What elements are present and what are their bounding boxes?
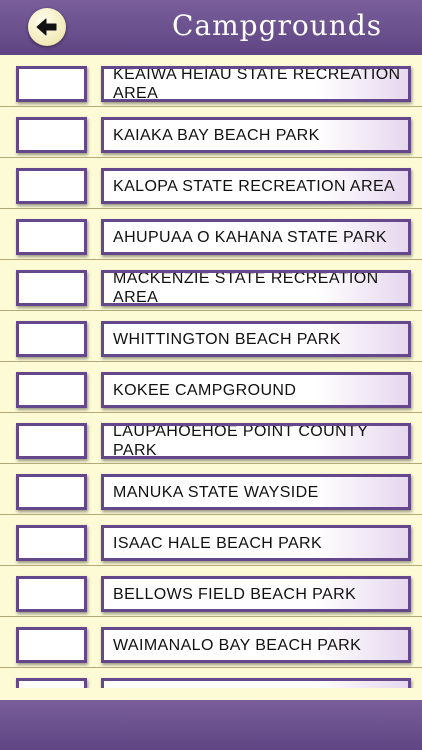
- item-thumbnail[interactable]: [16, 423, 87, 459]
- item-thumbnail[interactable]: [16, 678, 87, 688]
- item-thumbnail[interactable]: [16, 576, 87, 612]
- item-thumbnail[interactable]: [16, 627, 87, 663]
- item-thumbnail[interactable]: [16, 66, 87, 102]
- item-thumbnail[interactable]: [16, 117, 87, 153]
- item-thumbnail[interactable]: [16, 219, 87, 255]
- item-thumbnail[interactable]: [16, 474, 87, 510]
- list-item[interactable]: WAIMANALO BAY BEACH PARK: [0, 617, 422, 668]
- item-label-box[interactable]: MANUKA STATE WAYSIDE: [101, 474, 411, 510]
- campground-list[interactable]: KEAIWA HEIAU STATE RECREATION AREA KAIAKA…: [0, 56, 422, 688]
- item-thumbnail[interactable]: [16, 270, 87, 306]
- item-thumbnail[interactable]: [16, 321, 87, 357]
- list-item[interactable]: WHITTINGTON BEACH PARK: [0, 311, 422, 362]
- item-thumbnail[interactable]: [16, 525, 87, 561]
- item-thumbnail[interactable]: [16, 168, 87, 204]
- list-item[interactable]: LAUPAHOEHOE POINT COUNTY PARK: [0, 413, 422, 464]
- list-item[interactable]: KAIAKA BAY BEACH PARK: [0, 107, 422, 158]
- item-label-box[interactable]: WHITTINGTON BEACH PARK: [101, 321, 411, 357]
- top-bar: Campgrounds: [0, 0, 422, 55]
- list-item[interactable]: KALOPA STATE RECREATION AREA: [0, 158, 422, 209]
- item-label-box[interactable]: KOKEE CAMPGROUND: [101, 372, 411, 408]
- campground-name: KEAIWA HEIAU STATE RECREATION AREA: [113, 66, 401, 102]
- campground-name: LAUPAHOEHOE POINT COUNTY PARK: [113, 423, 368, 459]
- list-item[interactable]: MANUKA STATE WAYSIDE: [0, 464, 422, 515]
- page-title: Campgrounds: [172, 9, 383, 42]
- item-label-box[interactable]: KAIAKA BAY BEACH PARK: [101, 117, 411, 153]
- list-item[interactable]: BELLOWS FIELD BEACH PARK: [0, 566, 422, 617]
- campground-name: WAIMANALO BEACH PARK: [113, 687, 325, 689]
- item-label-box[interactable]: ISAAC HALE BEACH PARK: [101, 525, 411, 561]
- item-label-box[interactable]: BELLOWS FIELD BEACH PARK: [101, 576, 411, 612]
- item-label-box[interactable]: WAIMANALO BAY BEACH PARK: [101, 627, 411, 663]
- item-label-box[interactable]: MACKENZIE STATE RECREATION AREA: [101, 270, 411, 306]
- back-button[interactable]: [28, 8, 66, 46]
- item-label-box[interactable]: KEAIWA HEIAU STATE RECREATION AREA: [101, 66, 411, 102]
- campground-name: BELLOWS FIELD BEACH PARK: [113, 585, 357, 603]
- bottom-bar: [0, 700, 422, 750]
- campground-name: KOKEE CAMPGROUND: [113, 381, 297, 399]
- list-item[interactable]: ISAAC HALE BEACH PARK: [0, 515, 422, 566]
- item-label-box[interactable]: KALOPA STATE RECREATION AREA: [101, 168, 411, 204]
- campground-name: KAIAKA BAY BEACH PARK: [113, 126, 320, 144]
- item-label-box[interactable]: WAIMANALO BEACH PARK: [101, 678, 411, 688]
- list-item[interactable]: AHUPUAA O KAHANA STATE PARK: [0, 209, 422, 260]
- list-item[interactable]: KOKEE CAMPGROUND: [0, 362, 422, 413]
- list-item[interactable]: KEAIWA HEIAU STATE RECREATION AREA: [0, 56, 422, 107]
- campground-name: ISAAC HALE BEACH PARK: [113, 534, 323, 552]
- campground-name: MACKENZIE STATE RECREATION AREA: [113, 270, 379, 306]
- campground-name: AHUPUAA O KAHANA STATE PARK: [113, 228, 387, 246]
- item-label-box[interactable]: LAUPAHOEHOE POINT COUNTY PARK: [101, 423, 411, 459]
- campground-name: MANUKA STATE WAYSIDE: [113, 483, 319, 501]
- campground-name: KALOPA STATE RECREATION AREA: [113, 177, 396, 195]
- item-thumbnail[interactable]: [16, 372, 87, 408]
- list-item[interactable]: MACKENZIE STATE RECREATION AREA: [0, 260, 422, 311]
- back-arrow-icon: [36, 18, 57, 36]
- campground-name: WHITTINGTON BEACH PARK: [113, 330, 341, 348]
- campground-name: WAIMANALO BAY BEACH PARK: [113, 636, 362, 654]
- list-item[interactable]: WAIMANALO BEACH PARK: [0, 668, 422, 688]
- item-label-box[interactable]: AHUPUAA O KAHANA STATE PARK: [101, 219, 411, 255]
